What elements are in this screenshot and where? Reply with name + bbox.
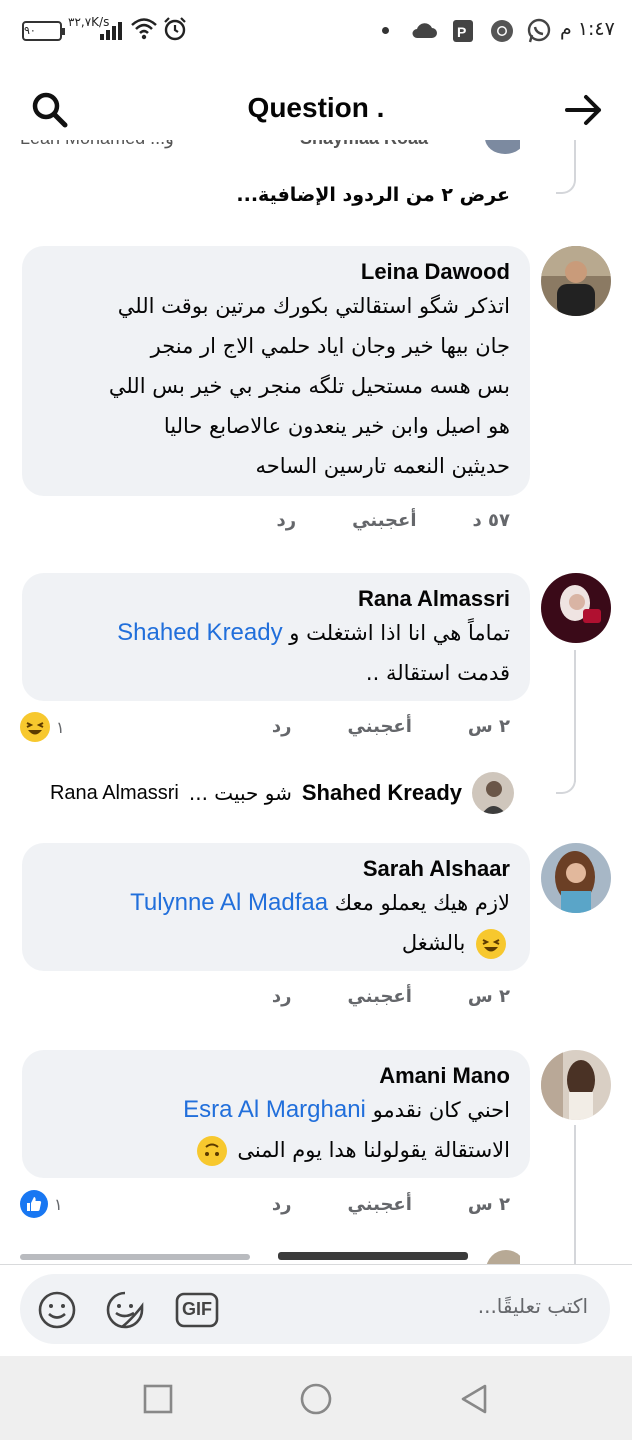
comment-line: جان بيها خير وجان اياد حلمي الاج ار منجر: [150, 334, 510, 358]
comment-thread: Lean Mohamed ...و Shaymaa Roaa عرض ٢ من …: [0, 140, 632, 1264]
partial-reply-text: [20, 1254, 250, 1260]
mention-link[interactable]: Esra Al Marghani: [183, 1096, 366, 1123]
comment-line: قدمت استقالة ..: [365, 661, 510, 685]
avatar: [472, 772, 514, 814]
comment-bubble[interactable]: Sarah Alshaar لازم هيك يعملو معك Tulynne…: [22, 843, 530, 971]
comment-author[interactable]: Rana Almassri: [42, 585, 510, 613]
alarm-icon: [162, 16, 188, 42]
thread-connector: [556, 760, 576, 794]
avatar: [485, 140, 520, 154]
comment-line: اتذكر شگو استقالتي بكورك مرتين بوقت اللي: [117, 294, 510, 318]
view-more-replies-link[interactable]: عرض ٢ من الردود الإضافية...: [236, 184, 510, 206]
reply-button[interactable]: رد: [277, 510, 297, 531]
partial-reply-text: Lean Mohamed ...و: [20, 140, 174, 149]
partial-reply-row: Lean Mohamed ...و Shaymaa Roaa: [20, 140, 520, 158]
like-button[interactable]: أعجبني: [348, 1194, 412, 1215]
thread-connector: [556, 170, 576, 194]
avatar[interactable]: [541, 843, 611, 913]
status-bar: ٩٠ ٣٢,٧ K/s P ١:٤٧ م: [0, 0, 632, 62]
avatar[interactable]: [541, 1050, 611, 1120]
reply-mention[interactable]: Rana Almassri: [50, 782, 179, 805]
system-nav-bar: [0, 1356, 632, 1440]
comment-text: احني كان نقدمو: [372, 1098, 510, 1122]
comment-bubble[interactable]: Rana Almassri تماماً هي انا اذا اشتغلت و…: [22, 573, 530, 701]
comment-line: هو اصيل وابن خير ينعدون عالاصابع حاليا: [163, 414, 510, 438]
reaction-summary[interactable]: ١: [20, 712, 65, 742]
thumbs-up-icon: [20, 1190, 48, 1218]
reaction-count: ١: [56, 717, 65, 737]
partial-reply-name: [278, 1252, 468, 1260]
avatar[interactable]: [541, 573, 611, 643]
net-speed-value: ٣٢,٧: [68, 15, 92, 29]
comment-time: ٢ س: [467, 986, 510, 1007]
gif-label: GIF: [182, 1299, 212, 1319]
thread-line: [574, 1125, 576, 1264]
reaction-count: ١: [54, 1194, 63, 1214]
back-button[interactable]: [457, 1382, 491, 1416]
comment-actions: ٢ س أعجبني رد: [272, 716, 510, 737]
comment-actions: ٥٧ د أعجبني رد: [277, 510, 510, 531]
reaction-summary[interactable]: ١: [20, 1190, 63, 1218]
reply-preview[interactable]: Shahed Kready شو حبيت ... Rana Almassri: [24, 772, 514, 814]
app-header: Question .: [0, 70, 632, 150]
comment-text: الاستقالة يقولولنا هدا يوم المنى: [237, 1138, 510, 1162]
like-button[interactable]: أعجبني: [348, 716, 412, 737]
comment-line: بس هسه مستحيل تلگه منجر بي خير بس اللي: [108, 374, 510, 398]
notification-dot: [382, 27, 389, 34]
partial-reply-name: Shaymaa Roaa: [300, 140, 428, 149]
comment-author[interactable]: Sarah Alshaar: [42, 855, 510, 883]
partial-reply-row: [20, 1248, 520, 1264]
reply-button[interactable]: رد: [272, 1194, 292, 1215]
comment-input[interactable]: اكتب تعليقًا...: [478, 1294, 588, 1318]
recent-apps-button[interactable]: [141, 1382, 175, 1416]
divider: [0, 1264, 632, 1265]
emoji-icon[interactable]: [36, 1289, 78, 1331]
comment-actions: ٢ س أعجبني رد: [272, 986, 510, 1007]
reply-button[interactable]: رد: [272, 716, 292, 737]
svg-text:P: P: [457, 24, 466, 40]
laughing-emoji-icon: [20, 712, 50, 742]
laughing-emoji-icon: [476, 929, 506, 959]
sticker-icon[interactable]: [104, 1289, 146, 1331]
comment-author[interactable]: Amani Mano: [42, 1062, 510, 1090]
comment-text: لازم هيك يعملو معك: [334, 891, 510, 915]
comment-actions: ٢ س أعجبني رد: [272, 1194, 510, 1215]
avatar: [486, 1250, 520, 1264]
comment-time: ٥٧ د: [472, 510, 511, 531]
battery-level: ٩٠: [24, 24, 36, 37]
mention-link[interactable]: Tulynne Al Madfaa: [130, 889, 328, 916]
mention-link[interactable]: Shahed Kready: [117, 619, 282, 646]
upside-down-face-icon: [196, 1136, 227, 1166]
gif-icon[interactable]: GIF: [174, 1289, 220, 1331]
comment-text: بالشغل: [401, 931, 466, 955]
like-button[interactable]: أعجبني: [352, 510, 416, 531]
reply-author[interactable]: Shahed Kready: [302, 780, 462, 806]
comment-composer[interactable]: GIF اكتب تعليقًا...: [20, 1274, 610, 1344]
reply-button[interactable]: رد: [272, 986, 292, 1007]
page-title: Question .: [247, 92, 385, 123]
comment-text: تماماً هي انا اذا اشتغلت و: [289, 621, 510, 645]
chrome-icon: [489, 18, 515, 44]
comment-bubble[interactable]: Leina Dawood اتذكر شگو استقالتي بكورك مر…: [22, 246, 530, 496]
clock: ١:٤٧ م: [560, 18, 615, 40]
battery-icon: ٩٠: [22, 21, 65, 41]
avatar[interactable]: [541, 246, 611, 316]
powerpoint-icon: P: [450, 18, 476, 44]
forward-arrow-icon[interactable]: [562, 88, 606, 132]
comment-time: ٢ س: [467, 716, 510, 737]
comment-line: حديثين النعمه تارسين الساحه: [255, 454, 510, 478]
comment-author[interactable]: Leina Dawood: [42, 258, 510, 286]
home-button[interactable]: [299, 1382, 333, 1416]
comment-bubble[interactable]: Amani Mano احني كان نقدمو Esra Al Margha…: [22, 1050, 530, 1178]
signal-icon: [100, 22, 122, 40]
cloud-icon: [410, 18, 438, 42]
wifi-icon: [130, 16, 158, 42]
comment-time: ٢ س: [467, 1194, 510, 1215]
reply-text: شو حبيت ...: [188, 781, 292, 805]
whatsapp-icon: [526, 18, 552, 44]
like-button[interactable]: أعجبني: [348, 986, 412, 1007]
